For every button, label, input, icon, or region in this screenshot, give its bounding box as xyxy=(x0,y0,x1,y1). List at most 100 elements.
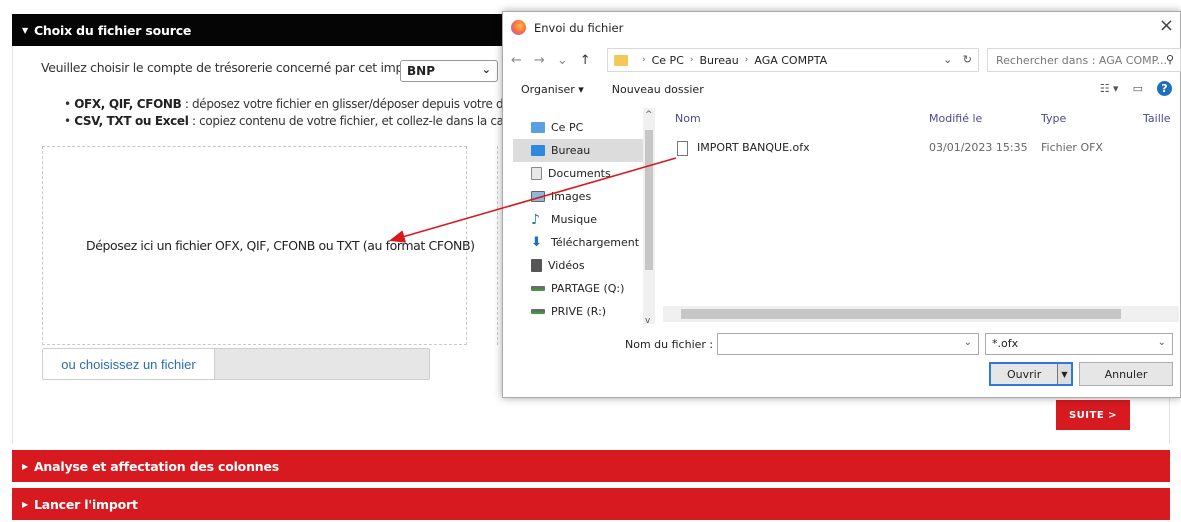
choose-file-control[interactable]: ou choisissez un fichier xyxy=(42,348,430,380)
view-options-icon[interactable]: ☷ ▾ xyxy=(1100,82,1119,95)
forward-arrow-icon[interactable]: → xyxy=(534,53,545,68)
scroll-thumb[interactable] xyxy=(645,130,653,270)
chevron-down-icon: ⌄ xyxy=(1157,337,1166,348)
column-type[interactable]: Type xyxy=(1041,112,1066,125)
column-size[interactable]: Taille xyxy=(1143,112,1171,125)
breadcrumb-sep-icon: › xyxy=(689,55,694,65)
chevron-down-icon: ⌄ xyxy=(481,63,491,76)
search-placeholder: Rechercher dans : AGA COMP... xyxy=(996,53,1168,67)
tree-scrollbar[interactable]: ^ v xyxy=(643,108,655,326)
file-list-hscrollbar[interactable] xyxy=(663,306,1179,322)
tree-item-documents[interactable]: Documents xyxy=(513,162,653,185)
account-select-value: BNP xyxy=(407,64,435,78)
drive-icon xyxy=(531,309,545,314)
tree-item-label: Ce PC xyxy=(551,121,584,134)
close-icon[interactable]: × xyxy=(1159,15,1174,36)
up-arrow-icon[interactable]: ↑ xyxy=(580,53,591,68)
tree-item-telechargement[interactable]: ⬇ Téléchargement xyxy=(513,231,653,254)
file-type: Fichier OFX xyxy=(1041,141,1103,154)
chevron-down-icon[interactable]: ⌄ xyxy=(964,337,972,348)
tree-item-prive[interactable]: PRIVE (R:) xyxy=(513,300,653,323)
tree-item-partage[interactable]: PARTAGE (Q:) xyxy=(513,277,653,300)
column-modified[interactable]: Modifié le xyxy=(929,112,982,125)
open-dropdown-icon[interactable]: ▼ xyxy=(1057,364,1071,384)
caret-right-icon: ▶ xyxy=(22,461,28,471)
dialog-toolbar: Organiser ▾ Nouveau dossier xyxy=(521,83,704,96)
caret-right-icon: ▶ xyxy=(22,499,28,509)
tree-item-label: Bureau xyxy=(551,144,591,157)
drop-zone-text: Déposez ici un fichier OFX, QIF, CFONB o… xyxy=(86,238,475,253)
desktop-icon xyxy=(531,145,545,156)
documents-icon xyxy=(531,167,542,180)
file-name-input[interactable]: ⌄ xyxy=(717,333,979,355)
music-icon: ♪ xyxy=(531,211,540,228)
file-upload-dialog: Envoi du fichier × ← → ⌄ ↑ › Ce PC › Bur… xyxy=(502,11,1181,398)
instruction-csv-formats: CSV, TXT ou Excel xyxy=(74,114,189,128)
section-title-launch: Lancer l'import xyxy=(33,496,138,512)
file-list-header: Nom Modifié le Type Taille xyxy=(673,112,1179,132)
breadcrumb-sep-icon: › xyxy=(744,55,749,65)
folder-icon xyxy=(614,54,628,66)
tree-item-musique[interactable]: ♪ Musique xyxy=(513,208,653,231)
instruction-csv: • CSV, TXT ou Excel : copiez contenu de … xyxy=(64,114,528,128)
breadcrumb-item[interactable]: Ce PC xyxy=(652,54,684,67)
download-icon: ⬇ xyxy=(531,235,542,250)
breadcrumb-sep-icon: › xyxy=(642,55,646,65)
dialog-navbar: ← → ⌄ ↑ › Ce PC › Bureau › AGA COMPTA ⌄ … xyxy=(511,48,1181,72)
next-button[interactable]: SUITE > xyxy=(1056,400,1130,430)
section-title-columns: Analyse et affectation des colonnes xyxy=(33,458,279,474)
account-select[interactable]: BNP ⌄ xyxy=(400,60,498,82)
scroll-down-icon[interactable]: v xyxy=(645,316,650,326)
tree-item-label: PRIVE (R:) xyxy=(551,305,607,318)
instruction-csv-text: : copiez contenu de votre fichier, et co… xyxy=(188,114,528,128)
navigation-tree: Ce PC Bureau Documents Images ♪ Musique ⬇… xyxy=(513,116,653,324)
tree-item-ce-pc[interactable]: Ce PC xyxy=(513,116,653,139)
breadcrumb-item[interactable]: AGA COMPTA xyxy=(754,54,827,67)
tree-item-label: PARTAGE (Q:) xyxy=(551,282,625,295)
instruction-ofx: • OFX, QIF, CFONB : déposez votre fichie… xyxy=(64,97,527,111)
pc-icon xyxy=(531,122,545,133)
file-type-select[interactable]: *.ofx ⌄ xyxy=(985,333,1173,355)
breadcrumb-item[interactable]: Bureau xyxy=(699,54,738,67)
preview-pane-icon[interactable]: ▭ xyxy=(1133,82,1143,95)
file-type-value: *.ofx xyxy=(992,337,1019,350)
format-instructions: • OFX, QIF, CFONB : déposez votre fichie… xyxy=(64,96,528,130)
videos-icon xyxy=(531,259,542,272)
file-row[interactable]: IMPORT BANQUE.ofx 03/01/2023 15:35 Fichi… xyxy=(673,138,1179,158)
help-icon[interactable]: ? xyxy=(1157,81,1172,96)
tree-item-label: Images xyxy=(551,190,592,203)
images-icon xyxy=(531,191,545,202)
tree-item-bureau[interactable]: Bureau xyxy=(513,139,653,162)
dialog-title: Envoi du fichier xyxy=(534,20,624,35)
history-chevron-icon[interactable]: ⌄ xyxy=(557,53,568,68)
account-prompt: Veuillez choisir le compte de trésorerie… xyxy=(41,60,428,75)
new-folder-button[interactable]: Nouveau dossier xyxy=(612,83,704,96)
scroll-up-icon[interactable]: ^ xyxy=(645,110,653,120)
tree-item-label: Documents xyxy=(548,167,611,180)
instruction-ofx-formats: OFX, QIF, CFONB xyxy=(74,97,182,111)
section-header-columns[interactable]: ▶ Analyse et affectation des colonnes xyxy=(12,450,1170,482)
cancel-button[interactable]: Annuler xyxy=(1079,362,1173,386)
instruction-ofx-text: : déposez votre fichier en glisser/dépos… xyxy=(181,97,527,111)
dialog-titlebar: Envoi du fichier xyxy=(511,20,623,35)
file-name-label: Nom du fichier : xyxy=(625,338,714,351)
refresh-icon[interactable]: ⌄ ↻ xyxy=(943,53,972,66)
file-name: IMPORT BANQUE.ofx xyxy=(697,141,810,154)
search-icon: ⚲ xyxy=(1165,53,1174,66)
tree-item-videos[interactable]: Vidéos xyxy=(513,254,653,277)
tree-item-label: Vidéos xyxy=(548,259,585,272)
tree-item-images[interactable]: Images xyxy=(513,185,653,208)
tree-item-label: Téléchargement xyxy=(551,236,640,249)
file-icon xyxy=(677,141,688,156)
organize-button[interactable]: Organiser ▾ xyxy=(521,83,584,96)
section-header-launch[interactable]: ▶ Lancer l'import xyxy=(12,488,1170,520)
column-name[interactable]: Nom xyxy=(675,112,701,125)
choose-file-button[interactable]: ou choisissez un fichier xyxy=(43,349,215,379)
scroll-thumb[interactable] xyxy=(681,309,1121,319)
open-button[interactable]: Ouvrir ▼ xyxy=(989,362,1073,386)
address-bar[interactable]: › Ce PC › Bureau › AGA COMPTA ⌄ ↻ xyxy=(607,48,979,72)
dialog-search-input[interactable]: Rechercher dans : AGA COMP... ⚲ xyxy=(987,48,1181,72)
back-arrow-icon[interactable]: ← xyxy=(511,53,522,68)
file-modified: 03/01/2023 15:35 xyxy=(929,141,1028,154)
caret-down-icon: ▼ xyxy=(22,25,28,35)
